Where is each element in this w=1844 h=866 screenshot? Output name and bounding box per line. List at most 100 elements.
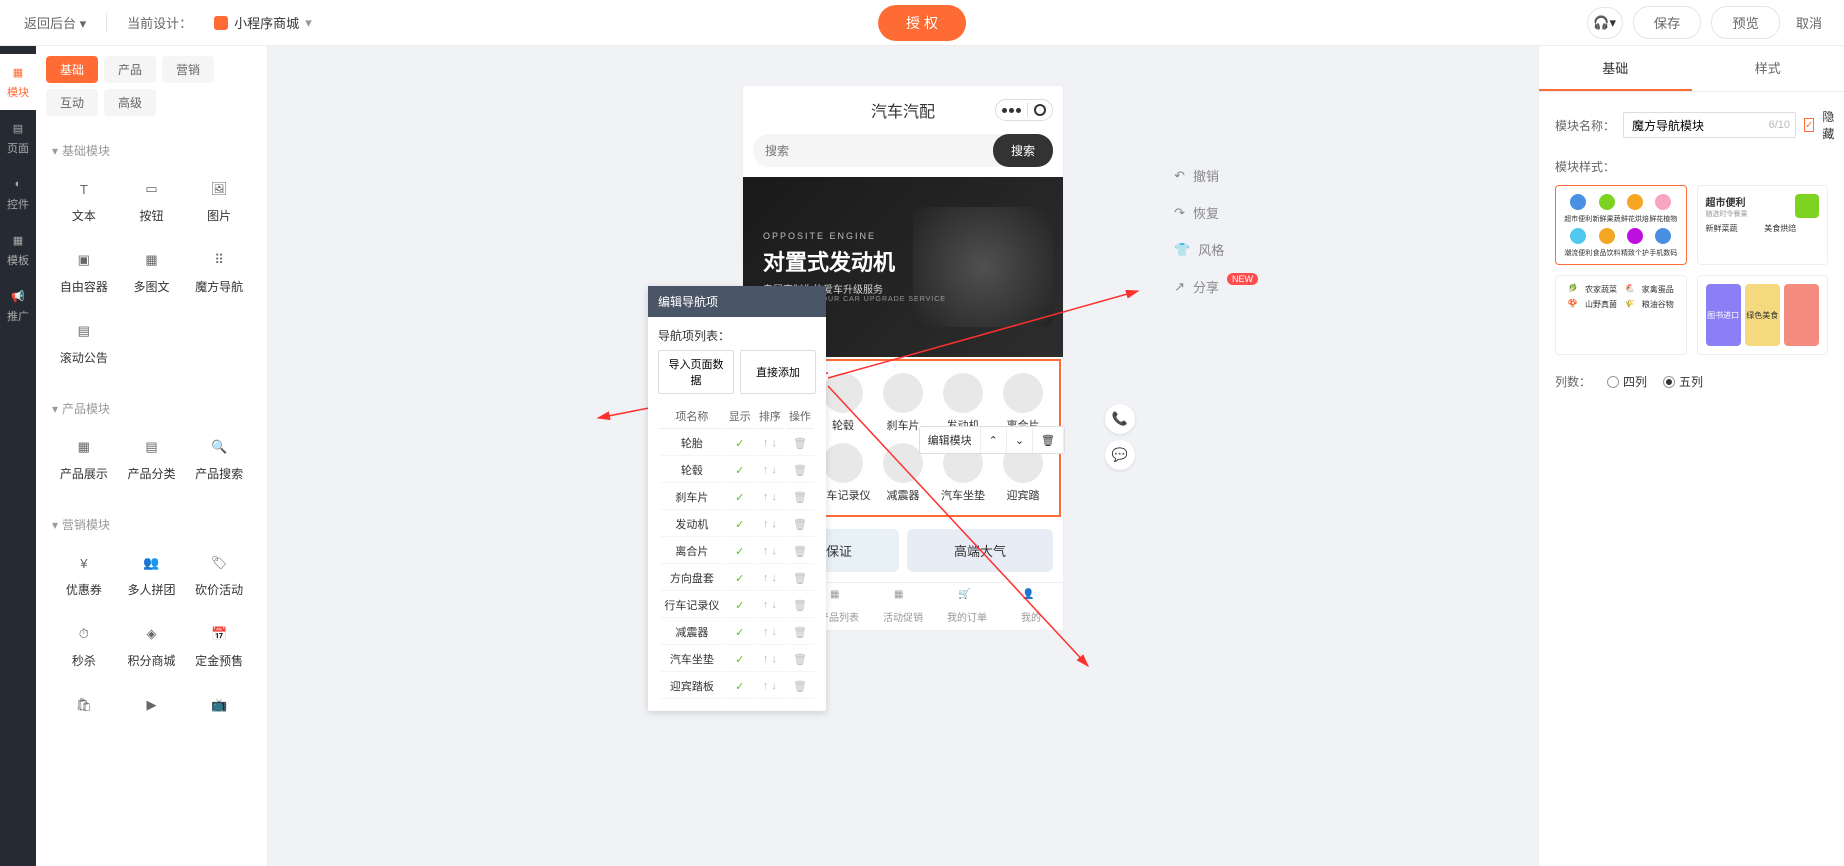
row-visible-toggle[interactable]: ✓ [726, 485, 754, 510]
comp-marquee[interactable]: ▤滚动公告 [52, 309, 116, 376]
comp-more2[interactable]: ▶ [120, 683, 184, 727]
comp-tab-marketing[interactable]: 营销 [162, 56, 214, 83]
save-button[interactable]: 保存 [1633, 6, 1702, 39]
row-visible-toggle[interactable]: ✓ [726, 593, 754, 618]
row-visible-toggle[interactable]: ✓ [726, 674, 754, 699]
row-visible-toggle[interactable]: ✓ [726, 620, 754, 645]
style-option-1[interactable]: 超市便利新鲜果蔬鲜花烘焙鲜花植物 潮流便利食品饮料精致个护手机数码 [1555, 185, 1687, 265]
comp-bargain[interactable]: 🏷砍价活动 [187, 541, 251, 608]
back-link[interactable]: 返回后台 ▾ [16, 9, 94, 36]
row-delete-button[interactable]: 🗑 [786, 512, 814, 537]
row-delete-button[interactable]: 🗑 [786, 485, 814, 510]
comp-coupon[interactable]: ¥优惠券 [52, 541, 116, 608]
comp-tab-basic[interactable]: 基础 [46, 56, 98, 83]
row-sort[interactable]: ↑ ↓ [756, 485, 784, 510]
delete-module-button[interactable]: 🗑 [1033, 427, 1064, 453]
tab-promo[interactable]: ▦活动促销 [871, 589, 935, 624]
hide-checkbox[interactable]: ✓ [1804, 118, 1814, 132]
move-down-button[interactable]: ⌄ [1007, 427, 1033, 453]
tab-me[interactable]: 👤我的 [999, 589, 1063, 624]
rail-control[interactable]: ◐控件 [0, 166, 36, 222]
design-value: 小程序商城 [234, 13, 299, 32]
rail-label: 页面 [7, 140, 29, 156]
row-sort[interactable]: ↑ ↓ [756, 539, 784, 564]
comp-tab-interact[interactable]: 互动 [46, 89, 98, 116]
nav-grid-item[interactable]: 离合片 [995, 373, 1051, 433]
panel-tab-style[interactable]: 样式 [1692, 46, 1844, 91]
row-delete-button[interactable]: 🗑 [786, 431, 814, 456]
row-sort[interactable]: ↑ ↓ [756, 566, 784, 591]
move-up-button[interactable]: ⌃ [981, 427, 1007, 453]
edit-module-button[interactable]: 编辑模块 [920, 427, 981, 453]
nav-grid-item[interactable]: 刹车片 [875, 373, 931, 433]
quality-card-2[interactable]: 高端大气 [907, 529, 1053, 572]
comp-tab-advanced[interactable]: 高级 [104, 89, 156, 116]
row-delete-button[interactable]: 🗑 [786, 620, 814, 645]
add-direct-button[interactable]: 直接添加 [740, 350, 816, 394]
row-delete-button[interactable]: 🗑 [786, 593, 814, 618]
comp-prodsearch[interactable]: 🔍产品搜索 [187, 425, 251, 492]
style-option-2[interactable]: 超市便利随选时令餐果 新鲜菜蔬美食烘焙 [1697, 185, 1829, 265]
row-delete-button[interactable]: 🗑 [786, 647, 814, 672]
row-sort[interactable]: ↑ ↓ [756, 620, 784, 645]
row-sort[interactable]: ↑ ↓ [756, 431, 784, 456]
rail-promo[interactable]: 📢推广 [0, 278, 36, 334]
row-visible-toggle[interactable]: ✓ [726, 566, 754, 591]
comp-more1[interactable]: 🛍 [52, 683, 116, 727]
row-visible-toggle[interactable]: ✓ [726, 647, 754, 672]
nav-item-label: 迎宾踏 [1007, 487, 1040, 503]
preview-button[interactable]: 预览 [1711, 6, 1780, 39]
row-name: 汽车坐垫 [660, 647, 724, 672]
tab-orders[interactable]: 🛒我的订单 [935, 589, 999, 624]
rail-module[interactable]: ▦模块 [0, 54, 36, 110]
design-select[interactable]: 小程序商城 ▾ [204, 9, 322, 36]
comp-prodshow[interactable]: ▦产品展示 [52, 425, 116, 492]
search-button[interactable]: 搜索 [993, 134, 1053, 167]
comp-container[interactable]: ▣自由容器 [52, 238, 116, 305]
import-data-button[interactable]: 导入页面数据 [658, 350, 734, 394]
redo-button[interactable]: ↷恢复 [1174, 203, 1258, 222]
comp-button[interactable]: ▭按钮 [120, 167, 184, 234]
row-visible-toggle[interactable]: ✓ [726, 539, 754, 564]
style-option-4[interactable]: 图书进口 绿色美食 [1697, 275, 1829, 355]
row-visible-toggle[interactable]: ✓ [726, 431, 754, 456]
comp-multiimg[interactable]: ▦多图文 [120, 238, 184, 305]
row-sort[interactable]: ↑ ↓ [756, 647, 784, 672]
float-phone-button[interactable]: 📞 [1105, 404, 1135, 434]
rail-page[interactable]: ▤页面 [0, 110, 36, 166]
comp-image[interactable]: 🖼图片 [187, 167, 251, 234]
auth-button[interactable]: 授 权 [878, 5, 966, 41]
radio-4cols[interactable]: 四列 [1607, 373, 1647, 390]
row-visible-toggle[interactable]: ✓ [726, 458, 754, 483]
style-option-3[interactable]: 🥬农家蔬菜🐔家禽蛋品 🍄山野真菌🌾粮油谷物 [1555, 275, 1687, 355]
undo-button[interactable]: ↶撤销 [1174, 166, 1258, 185]
comp-presale[interactable]: 📅定金预售 [187, 612, 251, 679]
row-delete-button[interactable]: 🗑 [786, 674, 814, 699]
row-visible-toggle[interactable]: ✓ [726, 512, 754, 537]
cancel-button[interactable]: 取消 [1790, 13, 1828, 32]
share-button[interactable]: ↗分享NEW [1174, 277, 1258, 296]
row-sort[interactable]: ↑ ↓ [756, 512, 784, 537]
search-input[interactable] [753, 134, 1013, 167]
row-delete-button[interactable]: 🗑 [786, 539, 814, 564]
panel-tab-basic[interactable]: 基础 [1539, 46, 1692, 91]
row-sort[interactable]: ↑ ↓ [756, 458, 784, 483]
support-icon[interactable]: 🎧▾ [1587, 7, 1623, 39]
row-sort[interactable]: ↑ ↓ [756, 593, 784, 618]
nav-grid-item[interactable]: 发动机 [935, 373, 991, 433]
comp-points[interactable]: ◈积分商城 [120, 612, 184, 679]
row-sort[interactable]: ↑ ↓ [756, 674, 784, 699]
rail-template[interactable]: ▦模板 [0, 222, 36, 278]
comp-prodcat[interactable]: ▤产品分类 [120, 425, 184, 492]
row-delete-button[interactable]: 🗑 [786, 566, 814, 591]
comp-text[interactable]: T文本 [52, 167, 116, 234]
comp-groupbuy[interactable]: 👥多人拼团 [120, 541, 184, 608]
comp-tab-product[interactable]: 产品 [104, 56, 156, 83]
float-chat-button[interactable]: 💬 [1105, 440, 1135, 470]
radio-5cols[interactable]: 五列 [1663, 373, 1703, 390]
comp-navgrid[interactable]: ⠿魔方导航 [187, 238, 251, 305]
comp-flash[interactable]: ⏱秒杀 [52, 612, 116, 679]
comp-more3[interactable]: 📺 [187, 683, 251, 727]
row-delete-button[interactable]: 🗑 [786, 458, 814, 483]
style-button[interactable]: 👕风格 [1174, 240, 1258, 259]
